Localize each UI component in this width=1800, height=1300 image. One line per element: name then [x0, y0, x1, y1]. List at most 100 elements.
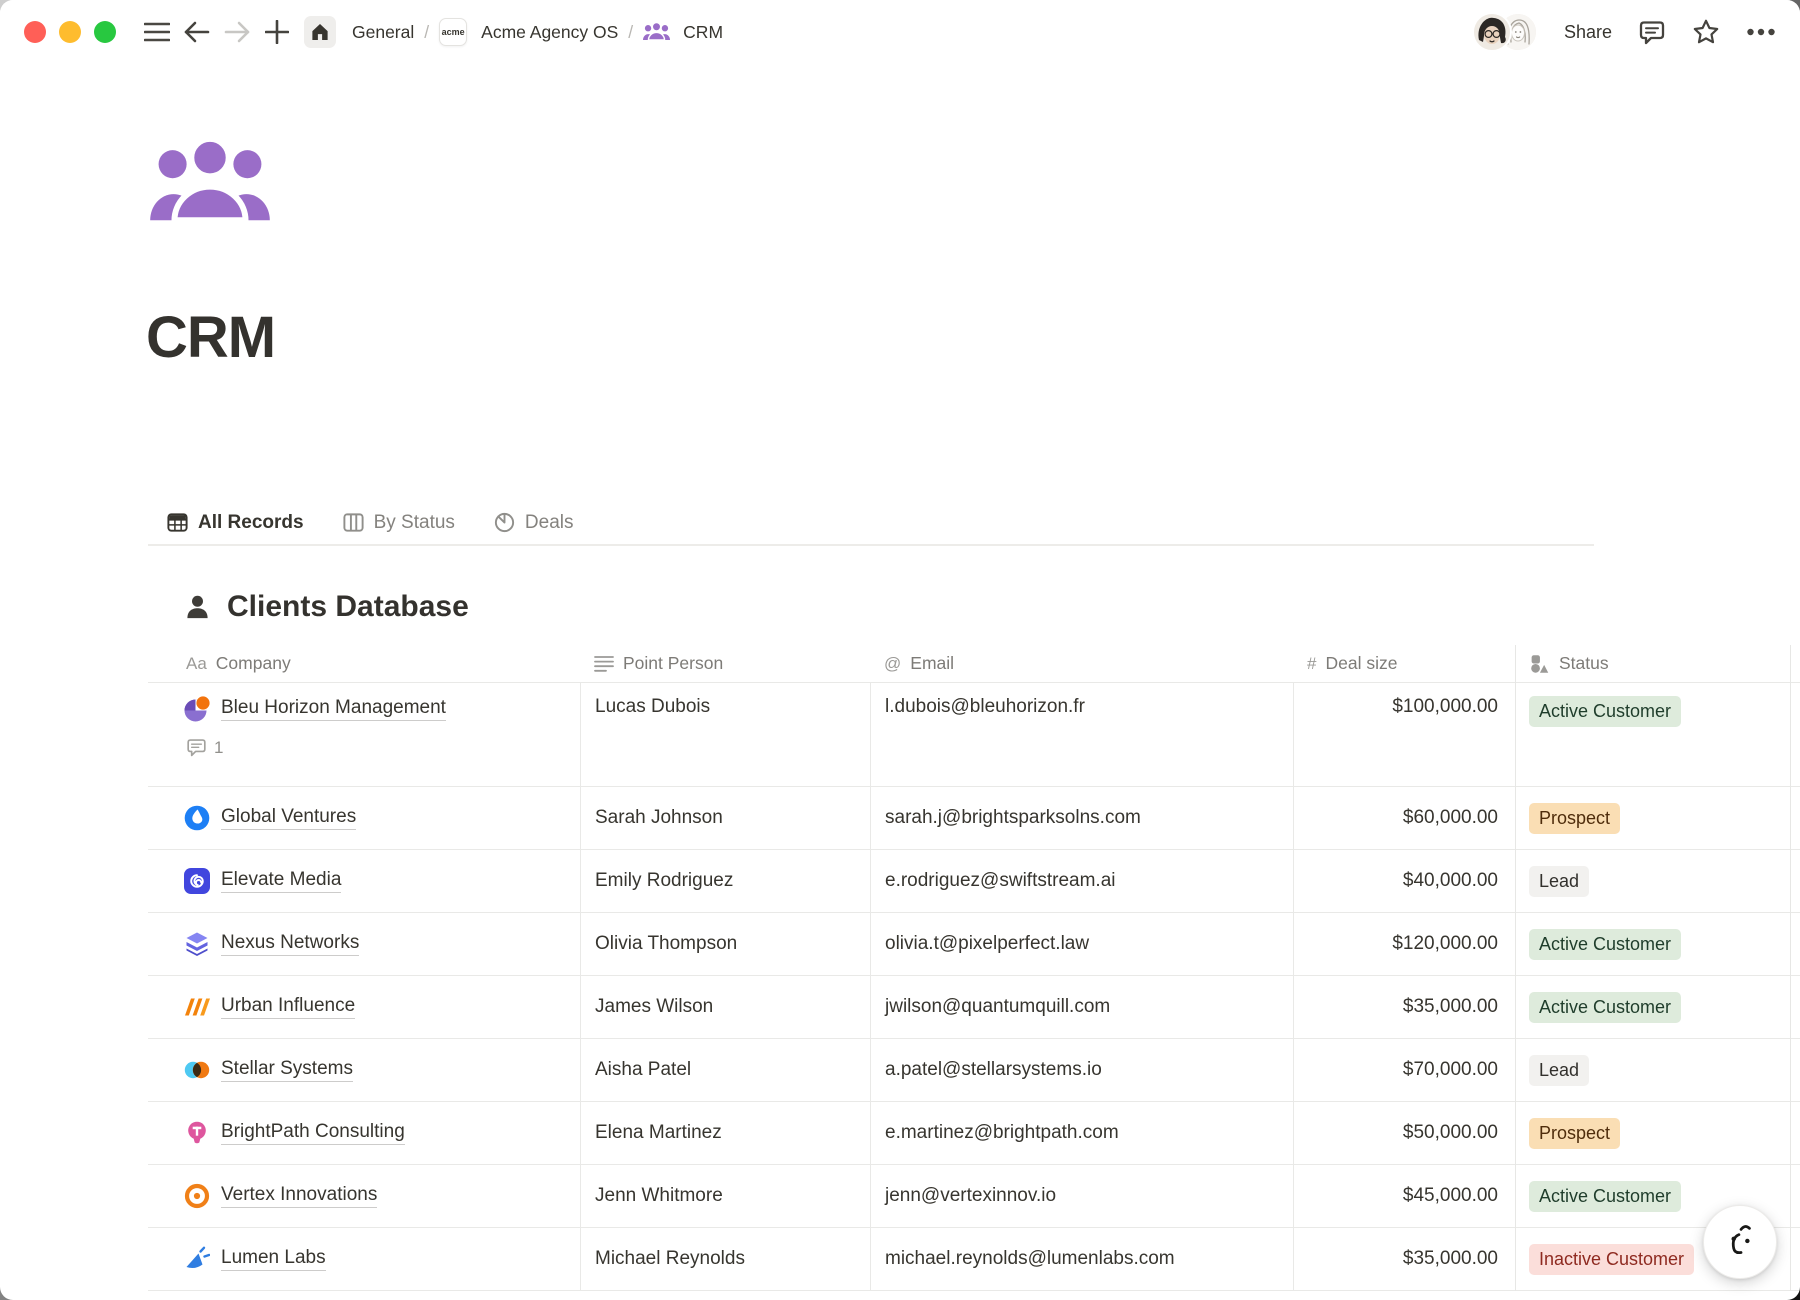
comment-count: 1 — [214, 738, 223, 758]
column-header-deal[interactable]: #Deal size — [1293, 645, 1515, 682]
point-person-cell[interactable]: Emily Rodriguez — [580, 870, 870, 892]
point-person-cell[interactable]: Lucas Dubois — [580, 683, 870, 718]
email-link[interactable]: l.dubois@bleuhorizon.fr — [885, 696, 1085, 718]
column-header-company[interactable]: AaCompany — [148, 645, 580, 682]
sidebar-menu-icon[interactable] — [140, 15, 174, 49]
page-icon-people[interactable] — [148, 138, 272, 224]
company-cell: Lumen Labs — [148, 1228, 580, 1290]
breadcrumb-item-crm[interactable]: CRM — [677, 19, 729, 46]
tab-by-status[interactable]: By Status — [329, 500, 468, 545]
comment-count-badge[interactable]: 1 — [186, 737, 580, 758]
company-link[interactable]: Vertex Innovations — [221, 1184, 377, 1208]
status-badge[interactable]: Active Customer — [1529, 696, 1681, 727]
vertex-target-logo-icon — [184, 1183, 210, 1209]
ai-face-icon — [1719, 1221, 1761, 1263]
breadcrumb-item-general[interactable]: General — [346, 19, 420, 46]
company-cell: Elevate Media — [148, 850, 580, 912]
more-options-icon[interactable] — [1746, 27, 1776, 37]
deal-size-cell[interactable]: $120,000.00 — [1293, 933, 1515, 955]
column-divider[interactable] — [1293, 683, 1294, 1291]
email-cell: jenn@vertexinnov.io — [870, 1185, 1293, 1207]
column-divider[interactable] — [1515, 645, 1516, 1291]
collaborator-avatars[interactable] — [1472, 12, 1538, 52]
status-cell: Active Customer — [1515, 929, 1790, 960]
status-badge[interactable]: Lead — [1529, 866, 1589, 897]
status-badge[interactable]: Lead — [1529, 1055, 1589, 1086]
column-header-email[interactable]: @Email — [870, 645, 1293, 682]
breadcrumb-separator: / — [424, 22, 429, 43]
point-person-cell[interactable]: Jenn Whitmore — [580, 1185, 870, 1207]
forward-button[interactable] — [220, 15, 254, 49]
company-link[interactable]: Nexus Networks — [221, 932, 359, 956]
email-cell: jwilson@quantumquill.com — [870, 996, 1293, 1018]
email-link[interactable]: e.rodriguez@swiftstream.ai — [885, 870, 1115, 892]
company-link[interactable]: Elevate Media — [221, 869, 341, 893]
status-badge[interactable]: Active Customer — [1529, 929, 1681, 960]
deal-size-cell[interactable]: $100,000.00 — [1293, 683, 1515, 718]
table-row: Elevate Media Emily Rodriguez e.rodriguez@… — [148, 850, 1800, 913]
point-person-cell[interactable]: Sarah Johnson — [580, 807, 870, 829]
tab-all-records[interactable]: All Records — [153, 500, 317, 545]
company-link[interactable]: BrightPath Consulting — [221, 1121, 405, 1145]
point-person-cell[interactable]: Olivia Thompson — [580, 933, 870, 955]
minimize-window-button[interactable] — [59, 21, 81, 43]
breadcrumb-item-workspace[interactable]: Acme Agency OS — [475, 19, 624, 46]
email-link[interactable]: jenn@vertexinnov.io — [885, 1185, 1056, 1207]
company-link[interactable]: Bleu Horizon Management — [221, 697, 446, 721]
status-badge[interactable]: Prospect — [1529, 1118, 1620, 1149]
email-link[interactable]: e.martinez@brightpath.com — [885, 1122, 1119, 1144]
deal-size-cell[interactable]: $35,000.00 — [1293, 1248, 1515, 1270]
email-link[interactable]: olivia.t@pixelperfect.law — [885, 933, 1089, 955]
new-tab-button[interactable] — [260, 15, 294, 49]
point-person-cell[interactable]: Elena Martinez — [580, 1122, 870, 1144]
pie-chart-view-icon — [493, 511, 516, 534]
deal-size-cell[interactable]: $60,000.00 — [1293, 807, 1515, 829]
company-cell: Bleu Horizon Management 1 — [148, 683, 580, 786]
point-person-cell[interactable]: James Wilson — [580, 996, 870, 1018]
point-person-cell[interactable]: Michael Reynolds — [580, 1248, 870, 1270]
company-cell: Urban Influence — [148, 976, 580, 1038]
person-icon — [185, 594, 210, 621]
email-cell: a.patel@stellarsystems.io — [870, 1059, 1293, 1081]
text-lines-property-icon — [594, 655, 614, 673]
close-window-button[interactable] — [24, 21, 46, 43]
status-badge[interactable]: Active Customer — [1529, 1181, 1681, 1212]
column-divider[interactable] — [870, 683, 871, 1291]
table-row: Global Ventures Sarah Johnson sarah.j@brig… — [148, 787, 1800, 850]
table-row: Bleu Horizon Management 1 Lucas Dubois l.du… — [148, 683, 1800, 787]
home-icon[interactable] — [304, 16, 336, 48]
company-link[interactable]: Global Ventures — [221, 806, 356, 830]
company-link[interactable]: Stellar Systems — [221, 1058, 353, 1082]
email-cell: e.martinez@brightpath.com — [870, 1122, 1293, 1144]
deal-size-cell[interactable]: $70,000.00 — [1293, 1059, 1515, 1081]
table-row: Stellar Systems Aisha Patel a.patel@stella… — [148, 1039, 1800, 1102]
company-link[interactable]: Lumen Labs — [221, 1247, 326, 1271]
favorite-star-icon[interactable] — [1692, 18, 1720, 46]
column-header-person[interactable]: Point Person — [580, 645, 870, 682]
notion-ai-button[interactable] — [1703, 1205, 1777, 1279]
status-badge[interactable]: Active Customer — [1529, 992, 1681, 1023]
comments-icon[interactable] — [1638, 18, 1666, 46]
company-link[interactable]: Urban Influence — [221, 995, 355, 1019]
deal-size-cell[interactable]: $50,000.00 — [1293, 1122, 1515, 1144]
column-header-status[interactable]: Status — [1515, 645, 1790, 682]
email-link[interactable]: jwilson@quantumquill.com — [885, 996, 1110, 1018]
share-button[interactable]: Share — [1564, 22, 1612, 43]
deal-size-cell[interactable]: $40,000.00 — [1293, 870, 1515, 892]
zoom-window-button[interactable] — [94, 21, 116, 43]
back-button[interactable] — [180, 15, 214, 49]
email-link[interactable]: sarah.j@brightsparksolns.com — [885, 807, 1141, 829]
column-divider[interactable] — [1790, 645, 1791, 1291]
column-divider[interactable] — [580, 683, 581, 1291]
tab-deals[interactable]: Deals — [480, 500, 587, 545]
deal-size-cell[interactable]: $45,000.00 — [1293, 1185, 1515, 1207]
status-badge[interactable]: Prospect — [1529, 803, 1620, 834]
email-link[interactable]: michael.reynolds@lumenlabs.com — [885, 1248, 1175, 1270]
database-section-header: Clients Database — [185, 590, 469, 624]
column-label: Email — [910, 653, 954, 674]
status-badge[interactable]: Inactive Customer — [1529, 1244, 1694, 1275]
point-person-cell[interactable]: Aisha Patel — [580, 1059, 870, 1081]
email-link[interactable]: a.patel@stellarsystems.io — [885, 1059, 1102, 1081]
deal-size-cell[interactable]: $35,000.00 — [1293, 996, 1515, 1018]
email-cell: michael.reynolds@lumenlabs.com — [870, 1248, 1293, 1270]
